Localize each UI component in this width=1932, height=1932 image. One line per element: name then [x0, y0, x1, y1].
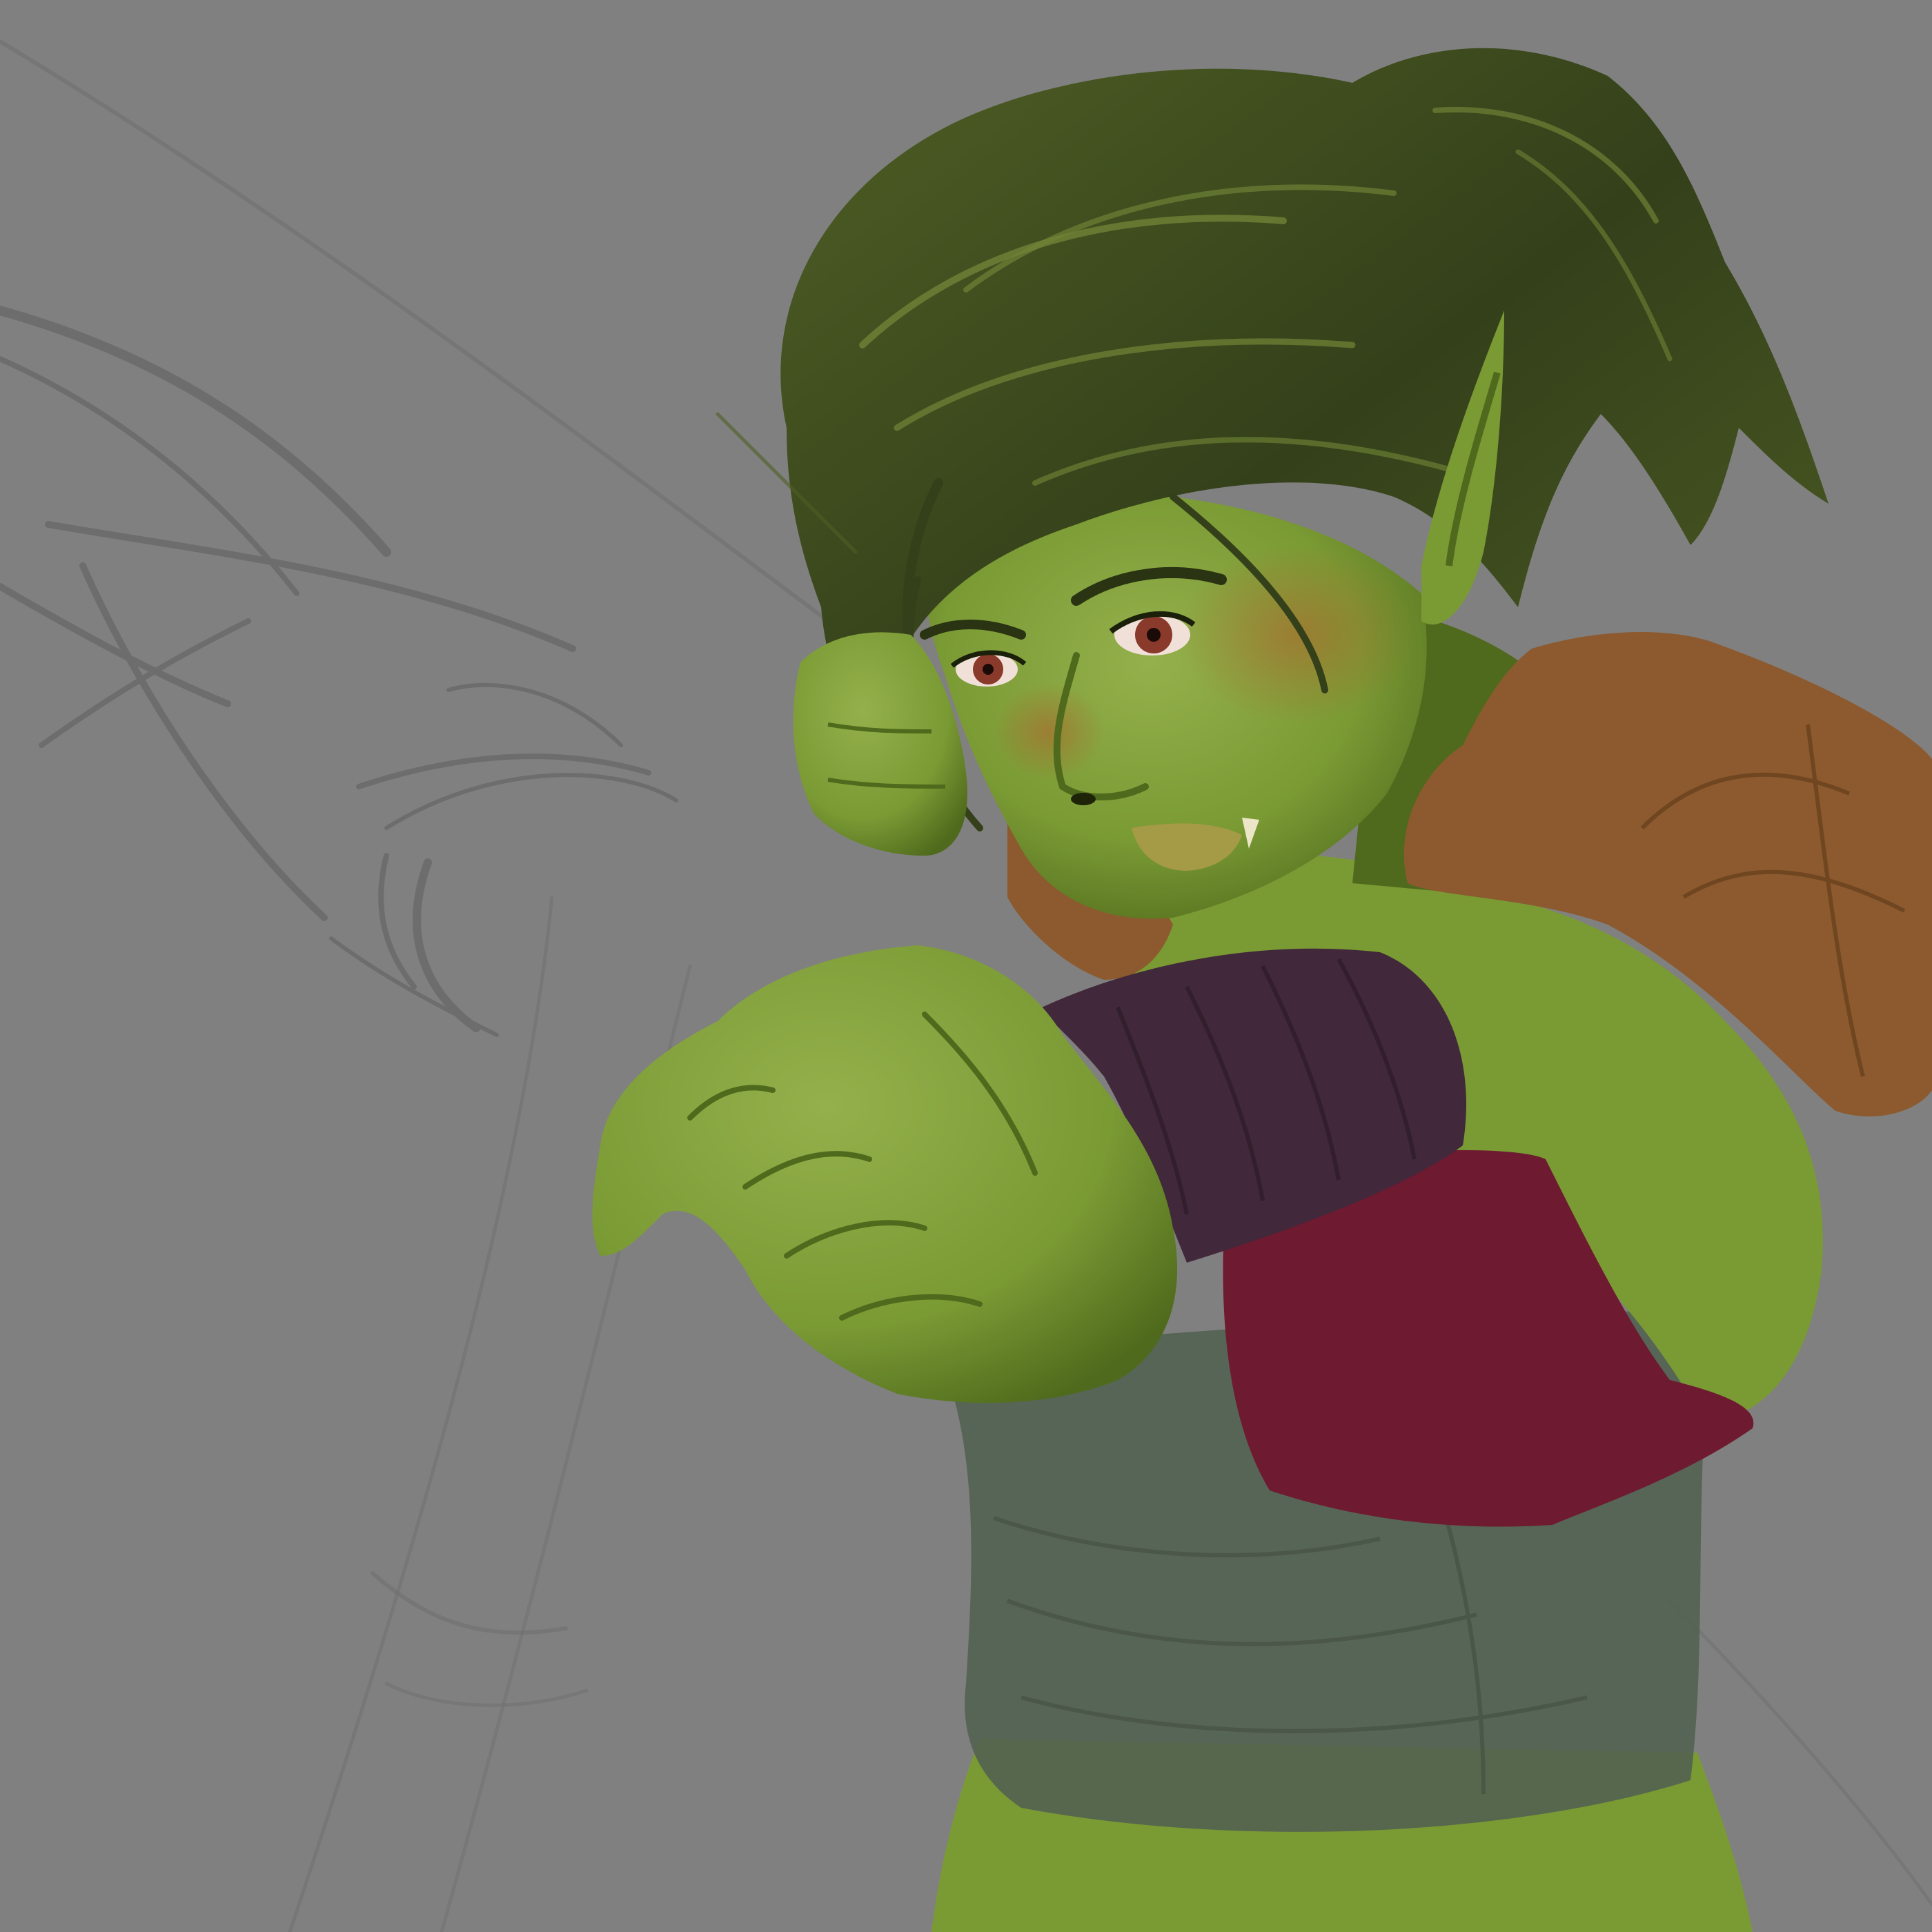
artwork-canvas: [0, 0, 1932, 1932]
character-illustration: [0, 0, 1932, 1932]
cheek-blush-left: [994, 683, 1104, 780]
nostril: [1071, 793, 1096, 805]
cheek-blush: [1180, 545, 1414, 724]
